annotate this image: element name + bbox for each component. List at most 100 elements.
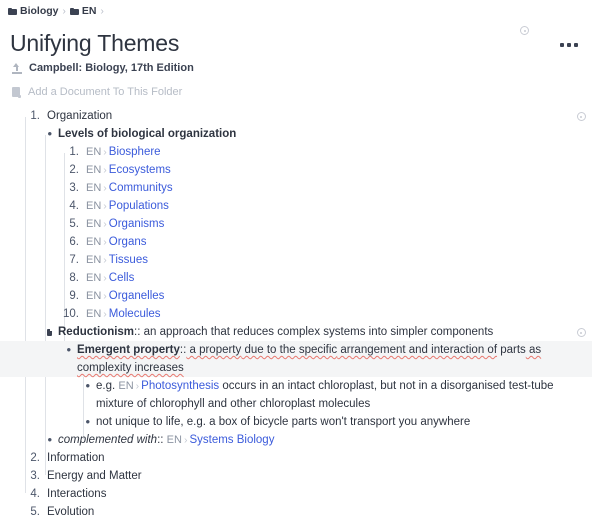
upload-icon [12, 63, 22, 74]
folder-icon [8, 7, 17, 15]
chevron-right-icon: › [103, 236, 107, 248]
folder-icon [69, 7, 79, 15]
term-separator: :: [157, 434, 164, 446]
note-link[interactable]: Cells [109, 272, 135, 284]
outline-row-tissues[interactable]: 7. EN › Tissues [0, 251, 592, 269]
lang-tag: EN [86, 146, 102, 158]
dot [560, 43, 564, 47]
breadcrumb-separator: › [100, 5, 104, 17]
list-marker: • [66, 342, 71, 357]
outline-row-information[interactable]: 2. Information [0, 449, 592, 467]
chevron-right-icon: › [103, 164, 107, 176]
outline-text: EN › Organisms [86, 215, 592, 233]
lang-tag: EN [86, 200, 102, 212]
outline-row-energy-and-matter[interactable]: 3. Energy and Matter [0, 467, 592, 485]
chevron-right-icon: › [103, 146, 107, 158]
list-marker: 5. [69, 218, 79, 230]
document-bullet-icon [42, 323, 52, 341]
breadcrumb-separator: › [62, 5, 66, 17]
chevron-right-icon: › [103, 254, 107, 266]
outline-text: EN › Tissues [86, 251, 592, 269]
outline-text: e.g. EN › Photosynthesis occurs in an inta… [96, 377, 592, 413]
overflow-menu-button[interactable] [560, 29, 580, 47]
outline-row-organization[interactable]: 1. Organization [0, 107, 592, 125]
note-link[interactable]: Biosphere [109, 146, 161, 158]
outline-row-populations[interactable]: 4. EN › Populations [0, 197, 592, 215]
note-link[interactable]: Organisms [109, 218, 165, 230]
breadcrumb-item-en[interactable]: EN [69, 5, 97, 17]
breadcrumb-label: EN [81, 5, 97, 17]
add-document-button[interactable]: Add a Document To This Folder [0, 77, 592, 101]
outline-row-biosphere[interactable]: 1. EN › Biosphere [0, 143, 592, 161]
list-marker: 8. [69, 272, 79, 284]
note-link[interactable]: Organs [109, 236, 147, 248]
definition-text: an approach that reduces complex systems… [140, 326, 494, 338]
note-link[interactable]: Ecosystems [109, 164, 171, 176]
outline-row-organelles[interactable]: 9. EN › Organelles [0, 287, 592, 305]
outline-row-communitys[interactable]: 3. EN › Communitys [0, 179, 592, 197]
outline-row-levels[interactable]: • Levels of biological organization [0, 125, 592, 143]
note-link[interactable]: Communitys [109, 182, 173, 194]
row-settings-gear-icon[interactable] [576, 328, 586, 337]
outline-row-photosynthesis-example[interactable]: • e.g. EN › Photosynthesis occurs in an in… [0, 377, 592, 413]
chevron-right-icon: › [103, 200, 107, 212]
lang-tag: EN [118, 380, 134, 392]
definition-part: a property [186, 344, 242, 356]
breadcrumb: Biology › EN › [0, 0, 592, 18]
lang-tag: EN [86, 290, 102, 302]
outline-text: EN › Populations [86, 197, 592, 215]
outline-row-ecosystems[interactable]: 2. EN › Ecosystems [0, 161, 592, 179]
outline-row-interactions[interactable]: 4. Interactions [0, 485, 592, 503]
outline-row-evolution[interactable]: 5. Evolution [0, 503, 592, 521]
list-marker: 3. [69, 182, 79, 194]
lang-tag: EN [86, 272, 102, 284]
add-document-label: Add a Document To This Folder [28, 86, 183, 98]
outline-text: Information [47, 452, 105, 464]
outline-text: Evolution [47, 506, 95, 518]
outline-text: Interactions [47, 488, 107, 500]
outline-row-molecules[interactable]: 10. EN › Molecules [0, 305, 592, 323]
list-marker: 4. [69, 200, 79, 212]
document-source-row: Campbell: Biology, 17th Edition [0, 57, 592, 77]
outline-text: complemented with:: EN › Systems Biology [58, 431, 592, 449]
dot [574, 43, 578, 47]
list-marker: 2. [30, 452, 40, 464]
list-marker: 9. [69, 290, 79, 302]
outline-row-organisms[interactable]: 5. EN › Organisms [0, 215, 592, 233]
note-link[interactable]: Systems Biology [189, 434, 274, 446]
outline-text: Energy and Matter [47, 470, 142, 482]
outline-text: Emergent property:: a property due to th… [77, 341, 592, 377]
note-link[interactable]: Populations [109, 200, 169, 212]
outline-row-bicycle-example[interactable]: • not unique to life, e.g. a box of bicy… [0, 413, 592, 431]
lang-tag: EN [86, 236, 102, 248]
dot [567, 43, 571, 47]
outline-row-reductionism[interactable]: Reductionism:: an approach that reduces … [0, 323, 592, 341]
lang-tag: EN [86, 218, 102, 230]
definition-part: due to [241, 344, 277, 356]
outline-text: EN › Molecules [86, 305, 592, 323]
definition-part: interaction of [427, 344, 498, 356]
list-marker: 10. [63, 308, 79, 320]
outline-text: Organization [47, 110, 113, 122]
note-link[interactable]: Organelles [109, 290, 165, 302]
note-link[interactable]: Photosynthesis [141, 380, 219, 392]
note-link[interactable]: Tissues [109, 254, 148, 266]
outline-row-complemented-with[interactable]: • complemented with:: EN › Systems Biology [0, 431, 592, 449]
outline-text: EN › Ecosystems [86, 161, 592, 179]
list-marker: 6. [69, 236, 79, 248]
term-label: Emergent property [77, 344, 180, 356]
page-settings-gear-icon[interactable] [520, 26, 529, 35]
note-link[interactable]: Molecules [109, 308, 161, 320]
outline-text: EN › Biosphere [86, 143, 592, 161]
list-marker: • [47, 126, 52, 141]
outline: 1. Organization • Levels of biological o… [0, 101, 592, 521]
breadcrumb-item-biology[interactable]: Biology [8, 5, 59, 17]
outline-row-cells[interactable]: 8. EN › Cells [0, 269, 592, 287]
title-row: Unifying Themes [0, 27, 592, 57]
list-marker: • [85, 414, 90, 429]
term-label: complemented with [58, 434, 158, 446]
outline-row-organs[interactable]: 6. EN › Organs [0, 233, 592, 251]
outline-row-emergent-property[interactable]: • Emergent property:: a property due to … [0, 341, 592, 377]
row-settings-gear-icon[interactable] [576, 112, 586, 121]
page-title: Unifying Themes [10, 30, 180, 56]
